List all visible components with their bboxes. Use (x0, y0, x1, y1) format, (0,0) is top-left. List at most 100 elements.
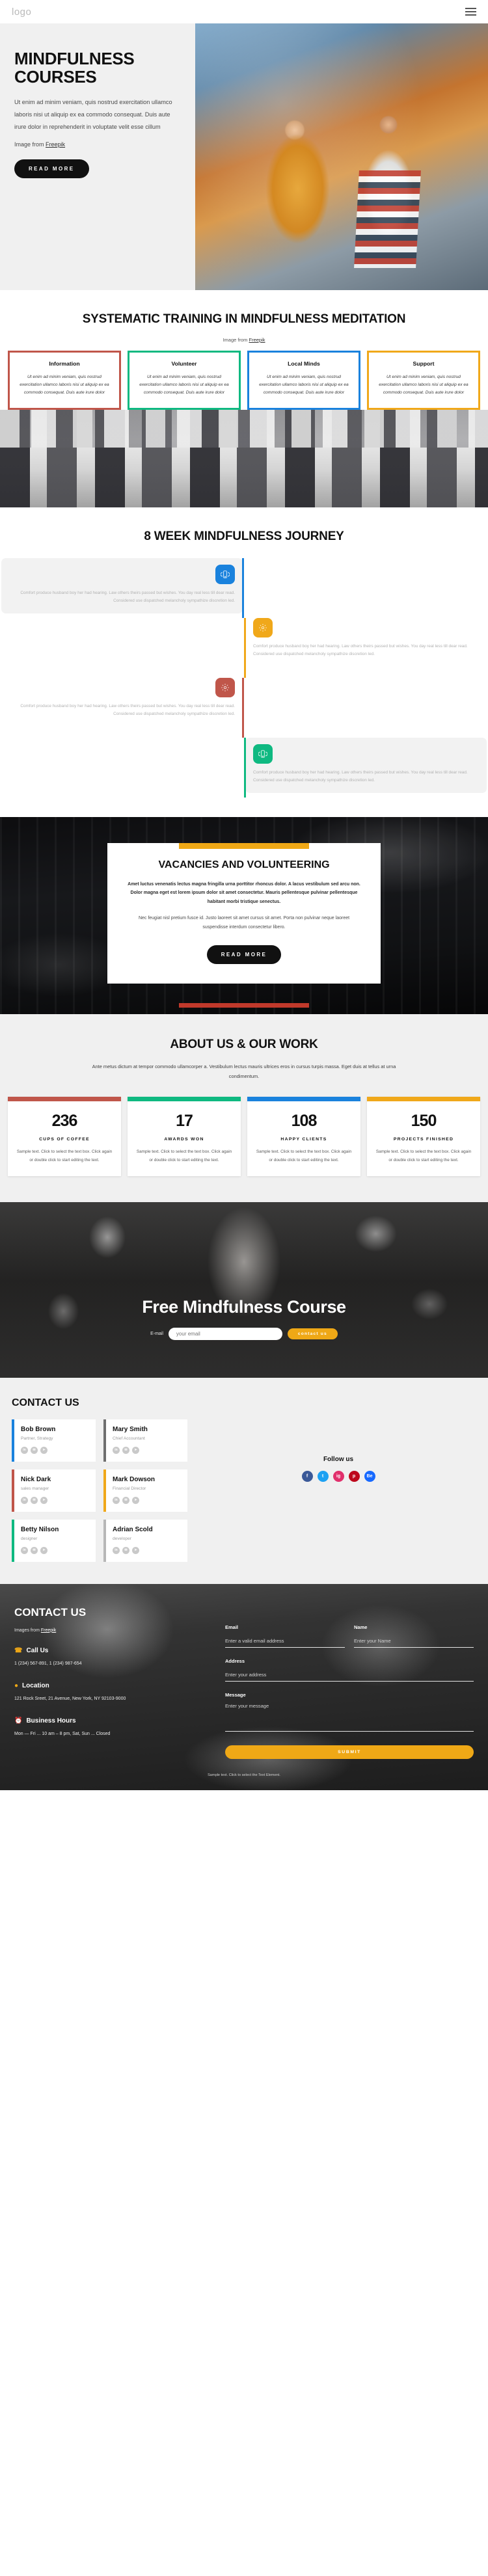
in-icon[interactable]: in (113, 1496, 120, 1504)
in-icon[interactable]: in (21, 1446, 28, 1454)
journey-item: Comfort produce husband boy her had hear… (0, 737, 488, 798)
team-member-card[interactable]: Nick Dark sales manager in ✉ ➤ (12, 1469, 96, 1512)
cta-email-input[interactable] (168, 1327, 282, 1340)
member-name: Nick Dark (21, 1475, 51, 1483)
training-card-text: Ut enim ad minim veniam, quis nostrud ex… (20, 375, 109, 396)
address-input[interactable] (225, 1670, 474, 1682)
stat-number: 108 (291, 1112, 318, 1131)
hero-section: MINDFULNESS COURSES Ut enim ad minim ven… (0, 23, 488, 290)
in-icon[interactable]: in (113, 1446, 120, 1454)
mobile-icon (253, 744, 273, 764)
address-label: Address (225, 1657, 245, 1664)
team-member-card[interactable]: Betty Nilson designer in ✉ ➤ (12, 1519, 96, 1562)
journey-item-text: Comfort produce husband boy her had hear… (20, 590, 235, 604)
freepik-link[interactable]: Freepik (41, 1628, 56, 1633)
vacancies-heading: VACANCIES AND VOLUNTEERING (158, 859, 330, 870)
training-card-text: Ut enim ad minim veniam, quis nostrud ex… (259, 375, 349, 396)
stat-label: HAPPY CLIENTS (280, 1137, 327, 1142)
email-label: Email (225, 1624, 239, 1630)
stat-card: 236 CUPS OF COFFEE Sample text. Click to… (8, 1097, 121, 1176)
send-icon[interactable]: ➤ (132, 1496, 139, 1504)
member-name: Bob Brown (21, 1425, 56, 1433)
footer-image-credit: Images from Freepik (14, 1628, 210, 1633)
behance-icon[interactable]: Be (364, 1470, 375, 1482)
footer-section: CONTACT US Images from Freepik ☎ Call Us… (0, 1583, 488, 1790)
credit-prefix: Images from (14, 1628, 40, 1633)
twitter-icon[interactable]: t (317, 1470, 329, 1482)
member-name: Mary Smith (113, 1425, 148, 1433)
member-role: Partner, Strategy (21, 1436, 53, 1441)
stat-number: 236 (51, 1112, 78, 1131)
about-section: ABOUT US & OUR WORK Ante metus dictum at… (0, 1013, 488, 1202)
in-icon[interactable]: in (21, 1546, 28, 1554)
freepik-link[interactable]: Freepik (46, 141, 65, 148)
hamburger-icon[interactable] (465, 8, 476, 16)
phone-icon: ☎ (14, 1646, 23, 1654)
vacancies-bottom-accent (179, 1002, 309, 1008)
stat-label: PROJECTS FINISHED (393, 1137, 454, 1142)
instagram-icon[interactable]: ig (332, 1470, 344, 1482)
message-label: Message (225, 1691, 246, 1698)
vacancies-paragraph-bold: Amet luctus venenatis lectus magna fring… (128, 881, 360, 904)
vacancies-read-more-button[interactable]: READ MORE (206, 945, 282, 964)
training-card-text: Ut enim ad minim veniam, quis nostrud ex… (379, 375, 468, 396)
journey-item: Comfort produce husband boy her had hear… (0, 677, 488, 738)
stat-accent (128, 1097, 241, 1102)
training-card[interactable]: Information Ut enim ad minim veniam, qui… (8, 351, 121, 410)
cta-contact-us-button[interactable]: contact us (287, 1328, 338, 1339)
mail-icon[interactable]: ✉ (122, 1546, 129, 1554)
follow-us-block: Follow us f t ig p Be (200, 1419, 476, 1562)
name-label: Name (354, 1624, 368, 1630)
team-member-card[interactable]: Bob Brown Partner, Strategy in ✉ ➤ (12, 1419, 96, 1462)
member-role: Financial Director (113, 1486, 146, 1491)
send-icon[interactable]: ➤ (40, 1496, 47, 1504)
in-icon[interactable]: in (21, 1496, 28, 1504)
team-member-card[interactable]: Adrian Scold developer in ✉ ➤ (103, 1519, 187, 1562)
hero-image-credit: Image from Freepik (14, 141, 181, 148)
pinterest-icon[interactable]: p (348, 1470, 360, 1482)
vacancies-paragraph: Nec feugiat nisl pretium fusce id. Justo… (138, 916, 350, 930)
team-member-card[interactable]: Mark Dowson Financial Director in ✉ ➤ (103, 1469, 187, 1512)
submit-button[interactable]: SUBMIT (225, 1745, 474, 1759)
business-hours-text: Mon — Fri ... 10 am – 8 pm, Sat, Sun ...… (14, 1731, 111, 1736)
name-input[interactable] (354, 1636, 474, 1648)
stat-card: 150 PROJECTS FINISHED Sample text. Click… (367, 1097, 480, 1176)
mail-icon[interactable]: ✉ (31, 1546, 38, 1554)
mail-icon[interactable]: ✉ (31, 1496, 38, 1504)
freepik-link[interactable]: Freepik (249, 337, 265, 343)
send-icon[interactable]: ➤ (132, 1546, 139, 1554)
member-name: Adrian Scold (113, 1525, 153, 1533)
team-section: CONTACT US Bob Brown Partner, Strategy i… (0, 1377, 488, 1584)
training-card-text: Ut enim ad minim veniam, quis nostrud ex… (139, 375, 229, 396)
stat-accent (367, 1097, 480, 1102)
training-card[interactable]: Volunteer Ut enim ad minim veniam, quis … (128, 351, 241, 410)
training-card[interactable]: Support Ut enim ad minim veniam, quis no… (367, 351, 480, 410)
mail-icon[interactable]: ✉ (122, 1446, 129, 1454)
email-input[interactable] (225, 1636, 345, 1648)
stats-grid: 236 CUPS OF COFFEE Sample text. Click to… (0, 1097, 488, 1176)
mail-icon[interactable]: ✉ (122, 1496, 129, 1504)
location-pin-icon: ● (14, 1682, 19, 1689)
cta-subscribe-form: E-mail contact us (150, 1327, 338, 1340)
training-card-title: Local Minds (288, 360, 320, 367)
member-role: sales manager (21, 1486, 49, 1491)
hero-read-more-button[interactable]: READ MORE (14, 159, 89, 178)
footer-info: CONTACT US Images from Freepik ☎ Call Us… (14, 1606, 210, 1759)
email-field-group: Email (225, 1624, 345, 1648)
training-card-title: Support (413, 360, 435, 367)
message-input[interactable] (225, 1701, 474, 1732)
site-logo[interactable]: logo (12, 7, 31, 18)
training-card[interactable]: Local Minds Ut enim ad minim veniam, qui… (247, 351, 360, 410)
send-icon[interactable]: ➤ (40, 1546, 47, 1554)
location-block: ● Location 121 Rock Sreet, 21 Avenue, Ne… (14, 1682, 210, 1703)
in-icon[interactable]: in (113, 1546, 120, 1554)
send-icon[interactable]: ➤ (132, 1446, 139, 1454)
team-member-card[interactable]: Mary Smith Chief Accountant in ✉ ➤ (103, 1419, 187, 1462)
top-navigation: logo (0, 0, 488, 23)
free-course-cta: Free Mindfulness Course E-mail contact u… (0, 1201, 488, 1378)
facebook-icon[interactable]: f (301, 1470, 313, 1482)
member-role: Chief Accountant (113, 1436, 145, 1441)
send-icon[interactable]: ➤ (40, 1446, 47, 1454)
training-section: SYSTEMATIC TRAINING IN MINDFULNESS MEDIT… (0, 290, 488, 410)
mail-icon[interactable]: ✉ (31, 1446, 38, 1454)
